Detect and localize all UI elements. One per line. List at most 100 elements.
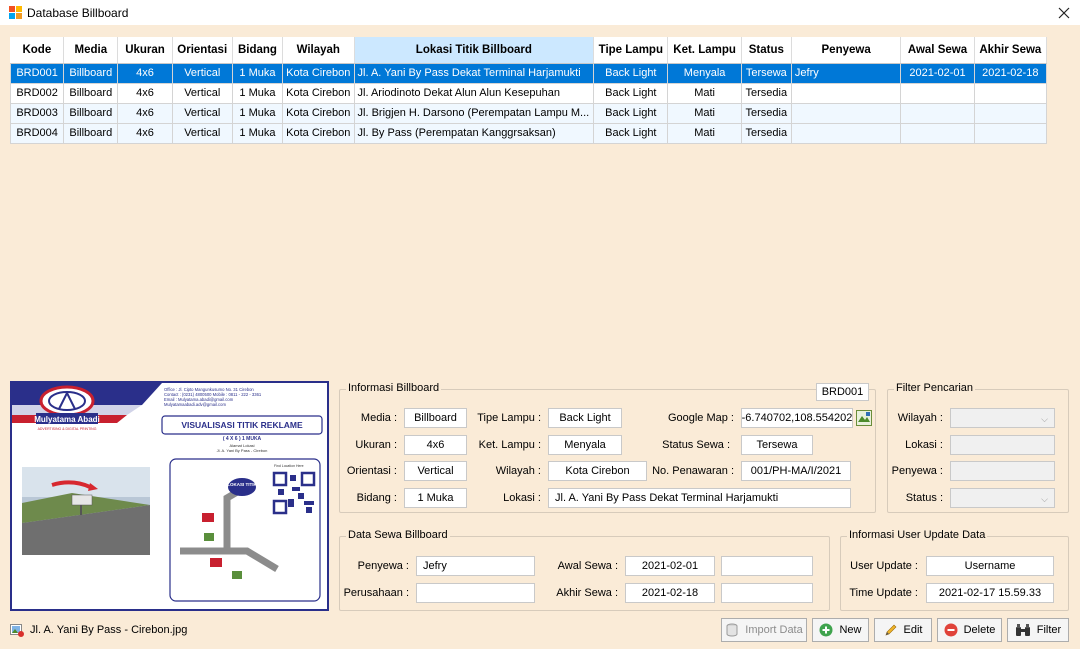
cell-lokasi[interactable]: Jl. A. Yani By Pass Dekat Terminal Harja… (353, 62, 595, 84)
cell-akhir-sewa[interactable] (973, 82, 1048, 104)
cell-tipe-lampu[interactable]: Back Light (593, 62, 669, 84)
filter-button[interactable]: Filter (1007, 618, 1069, 642)
filter-lokasi-input[interactable] (950, 435, 1055, 455)
table-row[interactable]: BRD001 Billboard 4x6 Vertical 1 Muka Kot… (9, 62, 1048, 84)
bidang-field[interactable]: 1 Muka (404, 488, 467, 508)
cell-kode[interactable]: BRD002 (9, 82, 65, 104)
col-header-orientasi[interactable]: Orientasi (172, 37, 233, 64)
col-header-status[interactable]: Status (741, 37, 792, 64)
google-map-field[interactable]: -6.740702,108.554202 (741, 408, 853, 428)
billboard-picture[interactable]: Mulyatama Abadi ADVERTISING & DIGITAL PR… (10, 381, 329, 611)
table-row[interactable]: BRD003 Billboard 4x6 Vertical 1 Muka Kot… (9, 102, 1048, 124)
col-header-kode[interactable]: Kode (10, 37, 65, 64)
ket-lampu-field[interactable]: Menyala (548, 435, 622, 455)
cell-bidang[interactable]: 1 Muka (231, 82, 284, 104)
user-update-field[interactable]: Username (926, 556, 1054, 576)
cell-ukuran[interactable]: 4x6 (117, 62, 173, 84)
cell-awal-sewa[interactable] (900, 82, 975, 104)
filter-penyewa-input[interactable] (950, 461, 1055, 481)
cell-kode[interactable]: BRD001 (9, 62, 65, 84)
cell-tipe-lampu[interactable]: Back Light (593, 82, 669, 104)
billboard-grid[interactable]: Kode Media Ukuran Orientasi Bidang Wilay… (9, 37, 1048, 144)
cell-wilayah[interactable]: Kota Cirebon (282, 122, 355, 144)
awal-sewa-extra-field[interactable] (721, 556, 813, 576)
delete-button[interactable]: Delete (937, 618, 1002, 642)
cell-wilayah[interactable]: Kota Cirebon (282, 62, 355, 84)
cell-orientasi[interactable]: Vertical (171, 62, 233, 84)
cell-ukuran[interactable]: 4x6 (117, 102, 173, 124)
filter-status-select[interactable]: ⌵ (950, 488, 1055, 508)
cell-bidang[interactable]: 1 Muka (231, 102, 284, 124)
cell-awal-sewa[interactable] (900, 102, 975, 124)
edit-button[interactable]: Edit (874, 618, 932, 642)
import-data-button[interactable]: Import Data (721, 618, 807, 642)
cell-media[interactable]: Billboard (63, 122, 119, 144)
penyewa-field[interactable]: Jefry (416, 556, 535, 576)
cell-orientasi[interactable]: Vertical (171, 82, 233, 104)
col-header-tipe-lampu[interactable]: Tipe Lampu (593, 37, 669, 64)
col-header-wilayah[interactable]: Wilayah (282, 37, 355, 64)
lokasi-field[interactable]: Jl. A. Yani By Pass Dekat Terminal Harja… (548, 488, 851, 508)
cell-lokasi[interactable]: Jl. Brigjen H. Darsono (Perempatan Lampu… (353, 102, 595, 124)
cell-wilayah[interactable]: Kota Cirebon (282, 82, 355, 104)
col-header-ket-lampu[interactable]: Ket. Lampu (667, 37, 742, 64)
ukuran-field[interactable]: 4x6 (404, 435, 467, 455)
awal-sewa-field[interactable]: 2021-02-01 (625, 556, 715, 576)
cell-media[interactable]: Billboard (63, 82, 119, 104)
cell-status[interactable]: Tersedia (740, 102, 792, 124)
cell-status[interactable]: Tersedia (740, 122, 792, 144)
cell-awal-sewa[interactable] (900, 122, 975, 144)
time-update-field[interactable]: 2021-02-17 15.59.33 (926, 583, 1054, 603)
table-row[interactable]: BRD004 Billboard 4x6 Vertical 1 Muka Kot… (9, 122, 1048, 144)
cell-status[interactable]: Tersewa (740, 62, 792, 84)
cell-kode[interactable]: BRD004 (9, 122, 65, 144)
media-field[interactable]: Billboard (404, 408, 467, 428)
perusahaan-field[interactable] (416, 583, 535, 603)
cell-media[interactable]: Billboard (63, 102, 119, 124)
col-header-bidang[interactable]: Bidang (232, 37, 284, 64)
cell-media[interactable]: Billboard (63, 62, 119, 84)
cell-ukuran[interactable]: 4x6 (117, 82, 173, 104)
akhir-sewa-extra-field[interactable] (721, 583, 813, 603)
cell-tipe-lampu[interactable]: Back Light (593, 122, 669, 144)
cell-awal-sewa[interactable]: 2021-02-01 (900, 62, 975, 84)
cell-akhir-sewa[interactable] (973, 122, 1048, 144)
google-map-button[interactable] (856, 410, 872, 426)
akhir-sewa-field[interactable]: 2021-02-18 (625, 583, 715, 603)
cell-penyewa[interactable] (790, 102, 902, 124)
cell-penyewa[interactable] (790, 122, 902, 144)
cell-status[interactable]: Tersedia (740, 82, 792, 104)
col-header-media[interactable]: Media (63, 37, 119, 64)
cell-wilayah[interactable]: Kota Cirebon (282, 102, 355, 124)
col-header-penyewa[interactable]: Penyewa (791, 37, 902, 64)
cell-tipe-lampu[interactable]: Back Light (593, 102, 669, 124)
cell-bidang[interactable]: 1 Muka (231, 62, 284, 84)
cell-ket-lampu[interactable]: Menyala (667, 62, 742, 84)
wilayah-field[interactable]: Kota Cirebon (548, 461, 647, 481)
cell-lokasi[interactable]: Jl. By Pass (Perempatan Kanggrsaksan) (353, 122, 595, 144)
table-row[interactable]: BRD002 Billboard 4x6 Vertical 1 Muka Kot… (9, 82, 1048, 104)
col-header-awal-sewa[interactable]: Awal Sewa (900, 37, 975, 64)
cell-orientasi[interactable]: Vertical (171, 122, 233, 144)
cell-ket-lampu[interactable]: Mati (667, 102, 742, 124)
cell-penyewa[interactable]: Jefry (790, 62, 902, 84)
cell-akhir-sewa[interactable] (973, 102, 1048, 124)
status-sewa-field[interactable]: Tersewa (741, 435, 813, 455)
cell-lokasi[interactable]: Jl. Ariodinoto Dekat Alun Alun Kesepuhan (353, 82, 595, 104)
col-header-lokasi[interactable]: Lokasi Titik Billboard (354, 37, 595, 64)
no-penawaran-field[interactable]: 001/PH-MA/I/2021 (741, 461, 851, 481)
tipe-lampu-field[interactable]: Back Light (548, 408, 622, 428)
col-header-akhir-sewa[interactable]: Akhir Sewa (974, 37, 1048, 64)
new-button[interactable]: New (812, 618, 869, 642)
filter-wilayah-select[interactable]: ⌵ (950, 408, 1055, 428)
cell-kode[interactable]: BRD003 (9, 102, 65, 124)
cell-ket-lampu[interactable]: Mati (667, 122, 742, 144)
orientasi-field[interactable]: Vertical (404, 461, 467, 481)
cell-penyewa[interactable] (790, 82, 902, 104)
cell-ket-lampu[interactable]: Mati (667, 82, 742, 104)
col-header-ukuran[interactable]: Ukuran (117, 37, 173, 64)
cell-orientasi[interactable]: Vertical (171, 102, 233, 124)
close-button[interactable] (1048, 0, 1080, 25)
cell-ukuran[interactable]: 4x6 (117, 122, 173, 144)
cell-bidang[interactable]: 1 Muka (231, 122, 284, 144)
